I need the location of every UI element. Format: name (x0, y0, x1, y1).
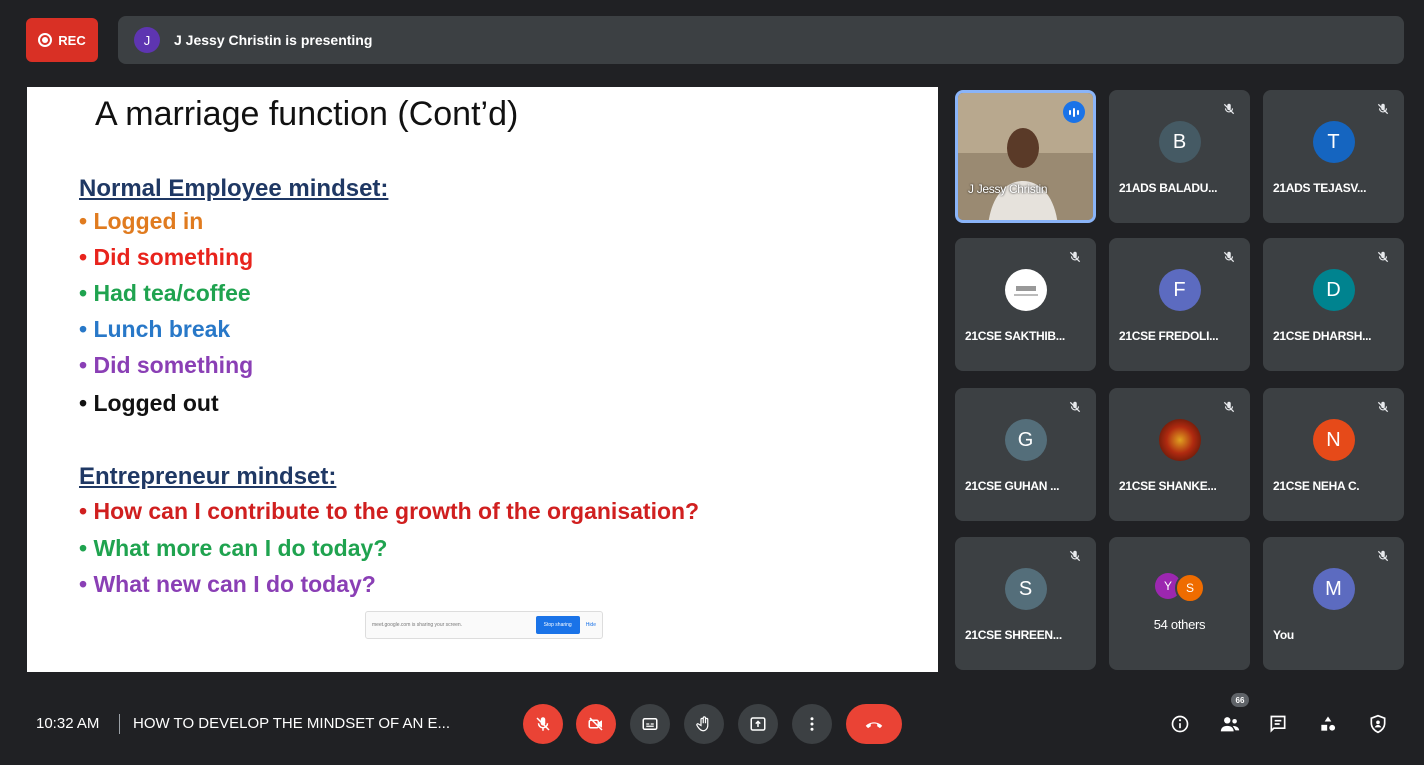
share-notice-text: meet.google.com is sharing your screen. (372, 622, 463, 628)
record-icon (38, 33, 53, 47)
info-icon (1171, 715, 1189, 733)
mic-off-icon (1068, 250, 1082, 264)
participant-name: 21ADS BALADU... (1119, 181, 1218, 195)
bullet-item: Did something (79, 352, 253, 379)
meeting-time: 10:32 AM (36, 715, 100, 732)
participant-name: 21ADS TEJASV... (1273, 181, 1367, 195)
participant-name: 21CSE SHREEN... (965, 628, 1062, 642)
presenting-banner: J J Jessy Christin is presenting (118, 16, 1404, 64)
hang-up-icon (865, 722, 883, 729)
mic-off-icon (1068, 549, 1082, 563)
bullet-item: Lunch break (79, 316, 230, 343)
participant-avatar: F (1158, 269, 1201, 311)
raise-hand-button[interactable] (684, 704, 724, 744)
participant-avatar: N (1312, 419, 1355, 461)
bullet-item: Logged out (79, 390, 218, 417)
bullet-item: How can I contribute to the growth of th… (79, 498, 699, 525)
participant-tile[interactable]: B 21ADS BALADU... (1109, 90, 1250, 223)
slide-title: A marriage function (Cont’d) (95, 95, 519, 133)
participant-name: J Jessy Christin (968, 182, 1048, 196)
hand-icon (696, 716, 709, 732)
participant-name: 21CSE DHARSH... (1273, 329, 1372, 343)
participant-tile[interactable]: 21CSE SHANKE... (1109, 388, 1250, 521)
recording-indicator: REC (26, 18, 98, 62)
people-button[interactable] (1218, 712, 1242, 736)
shield-icon (1370, 714, 1386, 734)
chat-icon (1270, 715, 1286, 733)
mic-off-icon (1376, 549, 1390, 563)
participant-avatar: G (1004, 419, 1047, 461)
mic-off-icon (1376, 250, 1390, 264)
participant-tile[interactable]: S 21CSE SHREEN... (955, 537, 1096, 670)
participant-avatar (1158, 419, 1201, 461)
participant-name: 21CSE FREDOLI... (1119, 329, 1219, 343)
participant-avatar: D (1312, 269, 1355, 311)
section-heading-employee: Normal Employee mindset: (79, 175, 389, 202)
participant-avatar: B (1158, 121, 1201, 163)
chat-button[interactable] (1266, 712, 1290, 736)
presenter-avatar: J (134, 27, 160, 53)
activities-button[interactable] (1316, 712, 1340, 736)
mic-off-icon (536, 717, 550, 731)
captions-button[interactable] (630, 704, 670, 744)
mic-off-icon (1068, 400, 1082, 414)
bullet-item: Logged in (79, 208, 203, 235)
participant-tile[interactable]: T 21ADS TEJASV... (1263, 90, 1404, 223)
mic-off-icon (1222, 102, 1236, 116)
section-heading-entrepreneur: Entrepreneur mindset: (79, 463, 337, 490)
bullet-item: Did something (79, 244, 253, 271)
others-avatars: YS (1155, 573, 1205, 603)
captions-icon (642, 718, 658, 730)
mini-avatar: S (1175, 573, 1205, 603)
microphone-toggle-button[interactable] (523, 704, 563, 744)
participant-tile[interactable]: 21CSE SAKTHIB... (955, 238, 1096, 371)
stop-sharing-button[interactable]: Stop sharing (535, 616, 580, 634)
recording-label: REC (58, 32, 86, 48)
bullet-item: Had tea/coffee (79, 280, 250, 307)
participant-avatar (1004, 269, 1047, 311)
present-now-button[interactable] (738, 704, 778, 744)
screen-share-notice: meet.google.com is sharing your screen. … (365, 611, 603, 639)
more-vert-icon (810, 717, 814, 731)
participant-name: 21CSE SHANKE... (1119, 479, 1217, 493)
participant-name: You (1273, 628, 1294, 642)
people-icon (1220, 717, 1240, 732)
participant-tile[interactable]: D 21CSE DHARSH... (1263, 238, 1404, 371)
participants-count-badge: 66 (1231, 693, 1249, 707)
present-icon (750, 717, 766, 731)
camera-toggle-button[interactable] (576, 704, 616, 744)
mic-off-icon (1376, 102, 1390, 116)
speaking-indicator-icon (1063, 101, 1085, 123)
divider (119, 714, 120, 734)
meeting-details-button[interactable] (1168, 712, 1192, 736)
participant-tile[interactable]: Y S 54 others (1109, 537, 1250, 670)
participant-name: 21CSE SAKTHIB... (965, 329, 1065, 343)
shared-screen: A marriage function (Cont’d) Normal Empl… (27, 87, 938, 672)
bullet-item: What more can I do today? (79, 535, 387, 562)
participant-name: 21CSE NEHA C. (1273, 479, 1360, 493)
meeting-title: HOW TO DEVELOP THE MINDSET OF AN E... (133, 715, 451, 732)
participant-avatar: T (1312, 121, 1355, 163)
participant-avatar: S (1004, 568, 1047, 610)
presenting-text: J Jessy Christin is presenting (174, 32, 373, 48)
participant-tile[interactable]: F 21CSE FREDOLI... (1109, 238, 1250, 371)
participant-tile[interactable]: J Jessy Christin (955, 90, 1096, 223)
bullet-item: What new can I do today? (79, 571, 375, 598)
camera-off-icon (588, 717, 603, 731)
host-controls-button[interactable] (1366, 712, 1390, 736)
more-options-button[interactable] (792, 704, 832, 744)
hide-button[interactable]: Hide (580, 622, 602, 628)
participant-name: 21CSE GUHAN ... (965, 479, 1060, 493)
others-count: 54 others (1153, 617, 1206, 632)
mic-off-icon (1376, 400, 1390, 414)
leave-call-button[interactable] (846, 704, 902, 744)
participant-tile[interactable]: G 21CSE GUHAN ... (955, 388, 1096, 521)
activities-icon (1321, 716, 1336, 731)
participant-avatar: M (1312, 568, 1355, 610)
mic-off-icon (1222, 250, 1236, 264)
participant-tile[interactable]: M You (1263, 537, 1404, 670)
mic-off-icon (1222, 400, 1236, 414)
participant-tile[interactable]: N 21CSE NEHA C. (1263, 388, 1404, 521)
